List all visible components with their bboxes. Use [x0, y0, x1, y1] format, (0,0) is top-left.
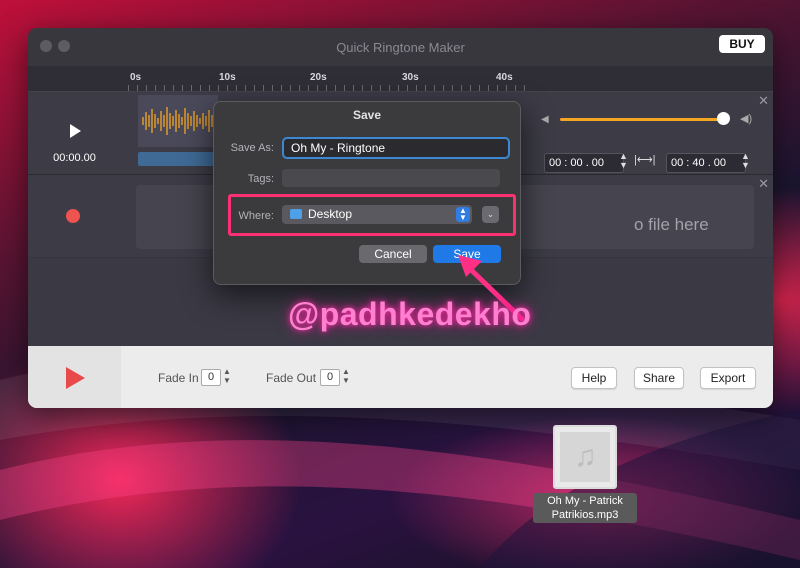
where-value: Desktop [308, 207, 353, 221]
ruler-label: 10s [219, 72, 236, 83]
help-button[interactable]: Help [571, 367, 617, 389]
cancel-button[interactable]: Cancel [359, 245, 427, 263]
range-icon: |⟷| [634, 154, 656, 166]
export-button[interactable]: Export [700, 367, 756, 389]
expand-button[interactable]: ⌄ [482, 206, 499, 223]
ruler-ticks [128, 85, 528, 91]
where-select[interactable]: Desktop ▲ ▼ [282, 205, 472, 224]
end-time-field[interactable]: 00 : 40 . 00 [666, 153, 746, 173]
dialog-title: Save [352, 108, 382, 122]
waveform[interactable] [138, 95, 218, 147]
save-as-field[interactable]: Oh My - Ringtone [282, 137, 510, 159]
record-icon[interactable] [66, 209, 80, 223]
volume-low-icon: ◀ [541, 114, 549, 125]
start-time-field[interactable]: 00 : 00 . 00 [544, 153, 624, 173]
share-button[interactable]: Share [634, 367, 684, 389]
close-track-icon[interactable]: ✕ [758, 93, 769, 109]
close-track-icon[interactable]: ✕ [758, 176, 769, 192]
volume-high-icon: ◀) [740, 113, 753, 125]
file-name-line2: Patrikios.mp3 [551, 509, 619, 521]
music-note-icon: ♫ [574, 440, 597, 473]
play-icon[interactable] [70, 124, 81, 138]
tags-field[interactable] [282, 169, 500, 187]
start-time-stepper[interactable]: ▲ ▼ [619, 152, 628, 170]
end-time-stepper[interactable]: ▲ ▼ [741, 152, 750, 170]
file-thumbnail: ♫ [560, 432, 610, 482]
ruler-label: 30s [402, 72, 419, 83]
playback-time: 00:00.00 [53, 152, 96, 164]
fade-in-label: Fade In [158, 371, 199, 385]
chevron-updown-icon: ▲ ▼ [456, 207, 470, 222]
where-label: Where: [238, 210, 274, 222]
bottom-toolbar: Fade In 0 ▲ ▼ Fade Out 0 ▲ ▼ Help Share Ex… [28, 346, 773, 408]
timeline-ruler[interactable]: 0s 10s 20s 30s 40s [28, 66, 773, 92]
drop-hint: o file here [634, 215, 709, 234]
main-play-area [28, 346, 121, 408]
audio-file-icon[interactable]: ♫ [553, 425, 617, 489]
volume-slider[interactable] [560, 118, 726, 121]
volume-slider-knob[interactable] [717, 112, 731, 125]
fade-out-stepper[interactable]: ▲ ▼ [342, 367, 350, 385]
track-controls: 00:00.00 [28, 92, 121, 174]
fade-in-stepper[interactable]: ▲ ▼ [223, 367, 231, 385]
fade-in-field[interactable]: 0 [201, 369, 221, 386]
title-bar: Quick Ringtone Maker BUY [28, 28, 773, 66]
folder-icon [290, 209, 302, 219]
window-title: Quick Ringtone Maker [336, 40, 465, 55]
file-name-line1: Oh My - Patrick [547, 495, 623, 507]
ruler-label: 40s [496, 72, 513, 83]
play-icon[interactable] [66, 367, 85, 389]
ruler-label: 20s [310, 72, 327, 83]
record-controls [28, 175, 121, 257]
ruler-label: 0s [130, 72, 142, 83]
save-as-label: Save As: [230, 142, 274, 154]
fade-out-field[interactable]: 0 [320, 369, 340, 386]
fade-out-label: Fade Out [266, 371, 317, 385]
tags-label: Tags: [247, 173, 274, 185]
buy-button[interactable]: BUY [719, 35, 765, 53]
file-name-label[interactable]: Oh My - Patrick Patrikios.mp3 [533, 493, 637, 523]
watermark-text: @padhkedekho [288, 296, 532, 332]
